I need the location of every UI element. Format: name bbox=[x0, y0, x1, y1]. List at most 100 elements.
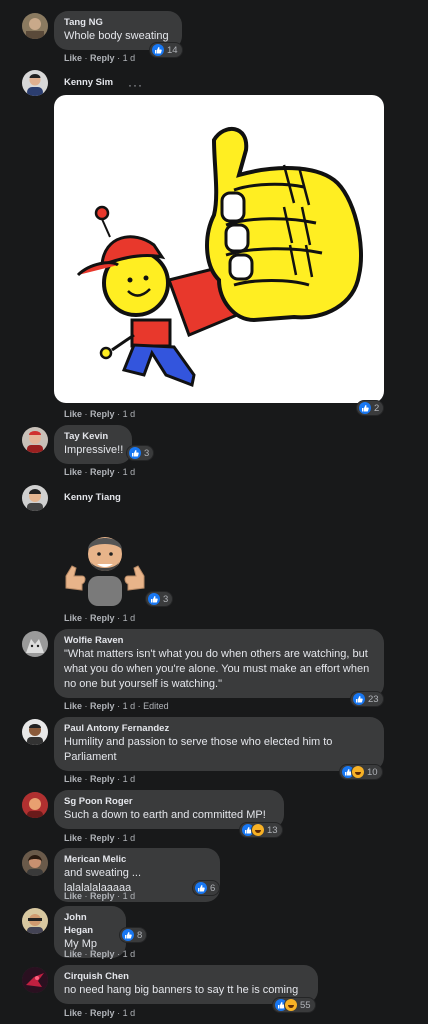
avatar[interactable] bbox=[22, 967, 48, 993]
comment-text: Whole body sweating bbox=[64, 30, 169, 42]
like-link[interactable]: Like bbox=[64, 1008, 82, 1018]
reply-link[interactable]: Reply bbox=[90, 701, 115, 711]
avatar[interactable] bbox=[22, 13, 48, 39]
timestamp[interactable]: 1 d bbox=[123, 1008, 136, 1018]
comment-actions: Like · Reply · 1 d bbox=[64, 1008, 136, 1018]
reaction-number: 23 bbox=[368, 693, 379, 705]
avatar-thumbs-up-sticker bbox=[60, 524, 150, 608]
like-link[interactable]: Like bbox=[64, 701, 82, 711]
reply-link[interactable]: Reply bbox=[90, 1008, 115, 1018]
comment-actions: Like · Reply · 1 d bbox=[64, 774, 136, 784]
reply-link[interactable]: Reply bbox=[90, 891, 115, 901]
avatar[interactable] bbox=[22, 908, 48, 934]
like-reaction-icon bbox=[195, 882, 207, 894]
avatar[interactable] bbox=[22, 792, 48, 818]
comment-text: Humility and passion to serve those who … bbox=[64, 736, 336, 763]
like-reaction-icon bbox=[353, 693, 365, 705]
avatar[interactable] bbox=[22, 631, 48, 657]
commenter-name[interactable]: Cirquish Chen bbox=[64, 970, 308, 983]
reply-link[interactable]: Reply bbox=[90, 613, 115, 623]
avatar[interactable] bbox=[22, 719, 48, 745]
comment-actions: Like · Reply · 1 d bbox=[64, 949, 136, 959]
reaction-number: 3 bbox=[163, 593, 169, 605]
commenter-name[interactable]: Merican Melic bbox=[64, 853, 210, 866]
comment-actions: Like · Reply · 1 d bbox=[64, 613, 136, 623]
comment-bubble: Tay Kevin Impressive!! bbox=[54, 425, 132, 464]
commenter-name[interactable]: Wolfie Raven bbox=[64, 634, 374, 647]
reaction-number: 2 bbox=[374, 402, 380, 414]
timestamp[interactable]: 1 d bbox=[123, 701, 136, 711]
comment-actions: Like · Reply · 1 d · Edited bbox=[64, 701, 169, 711]
like-link[interactable]: Like bbox=[64, 891, 82, 901]
timestamp[interactable]: 1 d bbox=[123, 53, 136, 63]
like-reaction-icon bbox=[148, 593, 160, 605]
avatar[interactable] bbox=[22, 70, 48, 96]
comment-actions: Like · Reply · 1 d bbox=[64, 53, 136, 63]
comment-actions: Like · Reply · 1 d bbox=[64, 891, 136, 901]
more-options-icon[interactable]: ··· bbox=[128, 78, 143, 92]
avatar[interactable] bbox=[22, 427, 48, 453]
reaction-count[interactable]: 55 bbox=[273, 998, 315, 1012]
comment-bubble: Paul Antony Fernandez Humility and passi… bbox=[54, 717, 384, 771]
reply-link[interactable]: Reply bbox=[90, 833, 115, 843]
edited-label: Edited bbox=[143, 701, 169, 711]
like-link[interactable]: Like bbox=[64, 774, 82, 784]
haha-reaction-icon bbox=[285, 999, 297, 1011]
timestamp[interactable]: 1 d bbox=[123, 467, 136, 477]
commenter-name[interactable]: Paul Antony Fernandez bbox=[64, 722, 374, 735]
like-reaction-icon bbox=[359, 402, 371, 414]
reaction-count[interactable]: 13 bbox=[240, 823, 282, 837]
comment-actions: Like · Reply · 1 d bbox=[64, 467, 136, 477]
reply-link[interactable]: Reply bbox=[90, 409, 115, 419]
commenter-name[interactable]: Tay Kevin bbox=[64, 430, 122, 443]
avatar[interactable] bbox=[22, 850, 48, 876]
reaction-count[interactable]: 2 bbox=[357, 401, 384, 415]
reaction-number: 8 bbox=[137, 929, 143, 941]
reply-link[interactable]: Reply bbox=[90, 774, 115, 784]
reaction-count[interactable]: 8 bbox=[120, 928, 147, 942]
reaction-count[interactable]: 10 bbox=[340, 765, 382, 779]
timestamp[interactable]: 1 d bbox=[123, 833, 136, 843]
commenter-name[interactable]: Sg Poon Roger bbox=[64, 795, 274, 808]
reply-link[interactable]: Reply bbox=[90, 467, 115, 477]
like-reaction-icon bbox=[122, 929, 134, 941]
like-reaction-icon bbox=[152, 44, 164, 56]
comment-text: Such a down to earth and committed MP! bbox=[64, 809, 266, 821]
reaction-number: 10 bbox=[367, 766, 378, 778]
reply-link[interactable]: Reply bbox=[90, 53, 115, 63]
timestamp[interactable]: 1 d bbox=[123, 891, 136, 901]
commenter-name[interactable]: John Hegan bbox=[64, 911, 116, 937]
avatar[interactable] bbox=[22, 485, 48, 511]
comment-text: no need hang big banners to say tt he is… bbox=[64, 984, 299, 996]
comment-actions: Like · Reply · 1 d bbox=[64, 833, 136, 843]
commenter-name[interactable]: Kenny Sim bbox=[64, 77, 113, 88]
like-link[interactable]: Like bbox=[64, 53, 82, 63]
timestamp[interactable]: 1 d bbox=[123, 949, 136, 959]
haha-reaction-icon bbox=[352, 766, 364, 778]
reaction-count[interactable]: 14 bbox=[150, 43, 182, 57]
timestamp[interactable]: 1 d bbox=[123, 409, 136, 419]
reaction-count[interactable]: 6 bbox=[193, 881, 220, 895]
commenter-name[interactable]: Tang NG bbox=[64, 16, 172, 29]
comment-text: Impressive!! bbox=[64, 444, 124, 456]
reaction-number: 6 bbox=[210, 882, 216, 894]
thumbs-up-sticker bbox=[54, 95, 384, 403]
reaction-count[interactable]: 23 bbox=[351, 692, 383, 706]
like-link[interactable]: Like bbox=[64, 949, 82, 959]
like-link[interactable]: Like bbox=[64, 409, 82, 419]
timestamp[interactable]: 1 d bbox=[123, 774, 136, 784]
comment-actions: Like · Reply · 1 d bbox=[64, 409, 136, 419]
timestamp[interactable]: 1 d bbox=[123, 613, 136, 623]
comment-text: "What matters isn't what you do when oth… bbox=[64, 648, 373, 690]
like-link[interactable]: Like bbox=[64, 833, 82, 843]
reaction-count[interactable]: 3 bbox=[146, 592, 173, 606]
reaction-number: 3 bbox=[144, 447, 150, 459]
commenter-name[interactable]: Kenny Tiang bbox=[64, 492, 121, 503]
reaction-count[interactable]: 3 bbox=[127, 446, 154, 460]
haha-reaction-icon bbox=[252, 824, 264, 836]
like-link[interactable]: Like bbox=[64, 467, 82, 477]
reaction-number: 13 bbox=[267, 824, 278, 836]
reply-link[interactable]: Reply bbox=[90, 949, 115, 959]
comment-bubble: Wolfie Raven "What matters isn't what yo… bbox=[54, 629, 384, 698]
like-link[interactable]: Like bbox=[64, 613, 82, 623]
